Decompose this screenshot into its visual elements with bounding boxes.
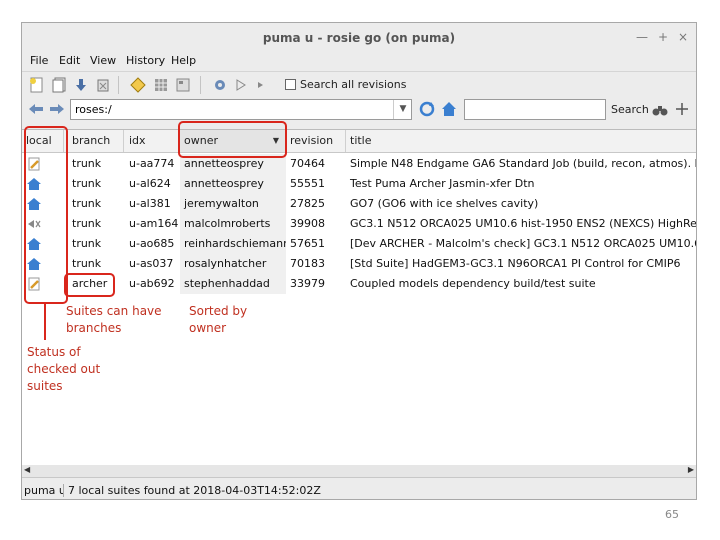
table-row[interactable]: trunk u-aa774 annetteosprey 70464 Simple N48…: [22, 154, 696, 174]
column-branch[interactable]: branch: [68, 130, 124, 152]
cell-revision: 70464: [290, 157, 325, 170]
search-input[interactable]: [464, 99, 606, 120]
menu-edit[interactable]: Edit: [59, 54, 80, 67]
close-button[interactable]: ×: [678, 30, 688, 44]
cell-title: Test Puma Archer Jasmin-xfer Dtn: [350, 177, 535, 190]
table-row[interactable]: archer u-ab692 stephenhaddad 33979 Coupled m…: [22, 274, 696, 294]
scroll-left-icon[interactable]: ◀: [24, 465, 30, 474]
run-suite-icon[interactable]: [233, 77, 249, 93]
cell-owner: rosalynhatcher: [180, 254, 286, 274]
cell-owner: reinhardschiemann: [180, 234, 286, 254]
branch-cell-highlight: [64, 273, 115, 297]
table-header: local branch idx owner ▼ revision title: [22, 130, 696, 153]
cell-title: GO7 (GO6 with ice shelves cavity): [350, 197, 539, 210]
refresh-icon[interactable]: [419, 101, 435, 117]
page-number: 65: [665, 508, 679, 521]
table-row[interactable]: trunk u-as037 rosalynhatcher 70183 [Std Suit…: [22, 254, 696, 274]
search-label: Search: [611, 103, 649, 116]
menu-help[interactable]: Help: [171, 54, 196, 67]
checkout-icon[interactable]: [73, 77, 89, 93]
cell-title: GC3.1 N512 ORCA025 UM10.6 hist-1950 ENS2…: [350, 217, 696, 230]
suite-info-icon[interactable]: [175, 77, 191, 93]
copy-suite-icon[interactable]: [51, 77, 67, 93]
main-toolbar: Search all revisions: [22, 71, 696, 98]
cell-branch: trunk: [72, 177, 102, 190]
toolbar-separator: [200, 76, 201, 94]
grid-view-icon[interactable]: [153, 77, 169, 93]
cell-idx: u-al624: [129, 177, 171, 190]
cell-idx: u-ao685: [129, 237, 175, 250]
cell-idx: u-am164: [129, 217, 179, 230]
menu-bar: File Edit View History Help: [22, 53, 696, 71]
annotation-pointer-line: [44, 304, 46, 340]
toolbar-separator: [118, 76, 119, 94]
delete-suite-icon[interactable]: [95, 77, 111, 93]
menu-file[interactable]: File: [30, 54, 48, 67]
cell-revision: 57651: [290, 237, 325, 250]
cell-owner: annetteosprey: [180, 174, 286, 194]
table-row[interactable]: trunk u-ao685 reinhardschiemann 57651 [Dev A…: [22, 234, 696, 254]
run-dropdown-icon[interactable]: [253, 77, 269, 93]
cell-branch: trunk: [72, 217, 102, 230]
add-filter-icon[interactable]: [674, 101, 690, 117]
cell-owner: malcolmroberts: [180, 214, 286, 234]
maximize-button[interactable]: +: [658, 30, 668, 44]
annotation-sorted: Sorted by owner: [189, 304, 248, 335]
suite-table: local branch idx owner ▼ revision title …: [22, 129, 696, 467]
status-bar: puma u 7 local suites found at 2018-04-0…: [22, 481, 696, 499]
menu-view[interactable]: View: [90, 54, 116, 67]
annotation-status: Status of checked out suites: [27, 345, 101, 393]
cell-revision: 70183: [290, 257, 325, 270]
address-toolbar: roses:/ ▼ Search: [22, 97, 696, 125]
column-idx[interactable]: idx: [125, 130, 180, 152]
back-arrow-icon[interactable]: [28, 101, 44, 117]
cell-owner: stephenhaddad: [180, 274, 286, 294]
new-suite-icon[interactable]: [29, 77, 45, 93]
horizontal-scrollbar[interactable]: ◀ ▶: [22, 465, 696, 478]
owner-header-highlight: [178, 121, 287, 158]
cell-revision: 33979: [290, 277, 325, 290]
forward-arrow-icon[interactable]: [49, 101, 65, 117]
cell-owner: jeremywalton: [180, 194, 286, 214]
cell-revision: 39908: [290, 217, 325, 230]
minimize-button[interactable]: —: [636, 30, 648, 44]
cell-idx: u-aa774: [129, 157, 175, 170]
status-prefix: puma u: [24, 484, 64, 497]
menu-history[interactable]: History: [126, 54, 165, 67]
annotation-branches: Suites can have branches: [66, 304, 162, 335]
search-all-revisions-checkbox[interactable]: [285, 79, 296, 90]
cell-revision: 27825: [290, 197, 325, 210]
local-column-highlight: [24, 126, 68, 304]
cell-title: Simple N48 Endgame GA6 Standard Job (bui…: [350, 157, 696, 170]
scroll-right-icon[interactable]: ▶: [688, 465, 694, 474]
column-revision[interactable]: revision: [286, 130, 346, 152]
cell-revision: 55551: [290, 177, 325, 190]
cell-branch: trunk: [72, 157, 102, 170]
app-window: puma u - rosie go (on puma) — + × File E…: [21, 22, 697, 500]
column-title[interactable]: title: [346, 130, 696, 152]
binoculars-icon[interactable]: [652, 101, 668, 117]
cell-branch: trunk: [72, 197, 102, 210]
edit-suite-icon[interactable]: [130, 77, 146, 93]
cell-idx: u-ab692: [129, 277, 175, 290]
home-icon[interactable]: [441, 101, 457, 117]
cell-idx: u-as037: [129, 257, 174, 270]
table-row[interactable]: trunk u-al624 annetteosprey 55551 Test Puma …: [22, 174, 696, 194]
cell-branch: trunk: [72, 257, 102, 270]
address-dropdown-button[interactable]: ▼: [393, 100, 412, 119]
table-row[interactable]: trunk u-al381 jeremywalton 27825 GO7 (GO6 wi…: [22, 194, 696, 214]
address-input[interactable]: roses:/: [70, 99, 412, 120]
settings-icon[interactable]: [212, 77, 228, 93]
cell-title: Coupled models dependency build/test sui…: [350, 277, 596, 290]
table-row[interactable]: trunk u-am164 malcolmroberts 39908 GC3.1 N51…: [22, 214, 696, 234]
window-title: puma u - rosie go (on puma): [262, 31, 456, 45]
cell-branch: trunk: [72, 237, 102, 250]
title-bar: puma u - rosie go (on puma) — + ×: [22, 23, 696, 53]
cell-title: [Dev ARCHER - Malcolm's check] GC3.1 N51…: [350, 237, 696, 250]
status-message: 7 local suites found at 2018-04-03T14:52…: [68, 484, 321, 497]
search-all-revisions-label: Search all revisions: [300, 78, 407, 91]
cell-title: [Std Suite] HadGEM3-GC3.1 N96ORCA1 PI Co…: [350, 257, 681, 270]
cell-idx: u-al381: [129, 197, 171, 210]
